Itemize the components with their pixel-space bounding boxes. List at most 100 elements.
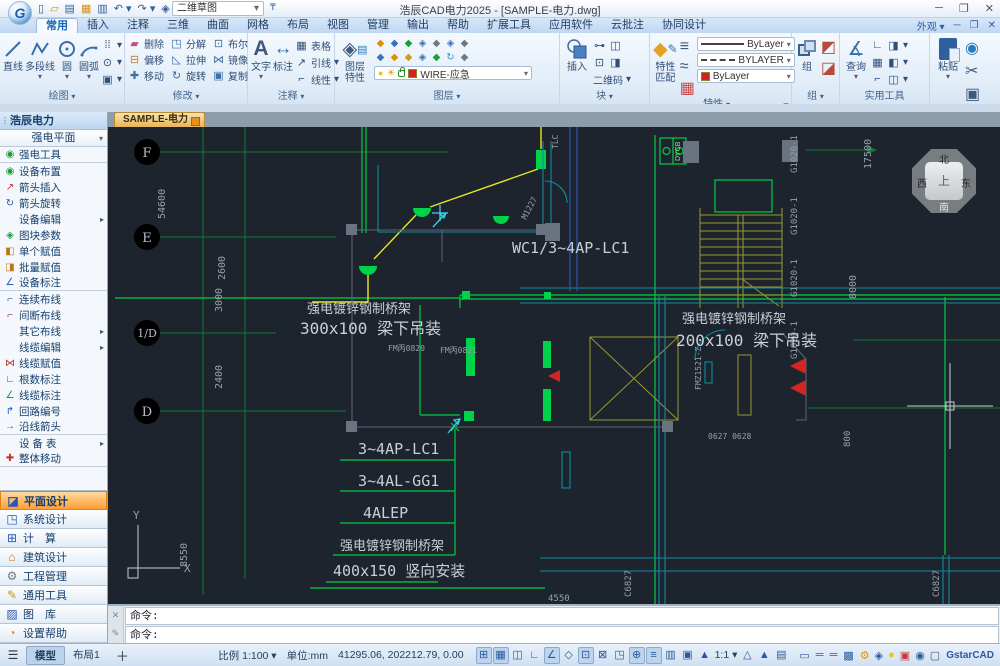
layer-tool-icon[interactable]: ◆ <box>402 51 415 64</box>
group-label-utilities[interactable]: 实用工具 <box>840 90 929 104</box>
doc-close-button[interactable]: ✕ <box>988 20 996 31</box>
ribbon-tab[interactable]: 布局 <box>278 18 318 33</box>
new-layout-button[interactable]: ＋ <box>108 646 137 665</box>
palette-category-button[interactable]: ⊞ 计 算 <box>0 529 107 548</box>
ribbon-tab[interactable]: 网格 <box>238 18 278 33</box>
rotate-button[interactable]: ↻ 旋转 <box>170 67 206 83</box>
system-tray-icon[interactable]: ◈ <box>875 649 883 662</box>
status-toggle-icon[interactable]: ◇ <box>561 647 577 664</box>
drawing-canvas[interactable]: F E 1/D D 54600 2600 3000 2400 8550 1750… <box>108 127 1000 604</box>
status-toggle-icon[interactable]: ⊠ <box>595 647 611 664</box>
palette-item[interactable]: 设备编辑 ▸ <box>0 211 107 227</box>
app-logo-icon[interactable]: G <box>8 1 32 25</box>
ribbon-tab[interactable]: 云批注 <box>602 18 653 33</box>
status-toggle-icon[interactable]: ⊞ <box>475 646 492 664</box>
layer-dropdown[interactable]: ● ☀ WIRE-应急 ▾ <box>374 66 532 81</box>
layer-color-chip[interactable] <box>408 68 418 78</box>
palette-item[interactable]: ↗ 箭头插入 <box>0 179 107 195</box>
lineweight-dropdown[interactable]: ByLayer ▾ <box>696 37 795 51</box>
close-command-icon[interactable]: ✕ <box>112 610 120 621</box>
dimension-button[interactable]: ↔ 标注 <box>273 35 293 90</box>
layer-tool-icon[interactable]: ◆ <box>388 37 401 50</box>
draw-extra-3[interactable]: ▣ ▾ <box>101 71 122 87</box>
paste-button[interactable]: 粘贴 ▾ <box>933 35 963 104</box>
draw-extra-2[interactable]: ⊙ ▾ <box>101 54 122 70</box>
layer-tool-icon[interactable]: ◆ <box>388 51 401 64</box>
ribbon-tab[interactable]: 输出 <box>398 18 438 33</box>
palette-item[interactable]: 线缆编辑 ▸ <box>0 339 107 355</box>
minimize-button[interactable]: ─ <box>935 2 943 15</box>
palette-item[interactable]: ↱ 回路编号 <box>0 403 107 419</box>
status-toggle-icon[interactable]: ▥ <box>663 647 679 664</box>
circle-button[interactable]: 圆 ▾ <box>57 35 77 90</box>
system-tray-icon[interactable]: ◉ <box>915 649 925 662</box>
layer-tool-icon[interactable]: ◆ <box>402 37 415 50</box>
lineweight-tool-icon[interactable]: ≡ <box>680 38 695 56</box>
palette-item[interactable]: 其它布线 ▸ <box>0 323 107 339</box>
status-toggle-icon[interactable]: ∟ <box>527 647 543 664</box>
palette-item[interactable]: ⋈ 线缆赋值 <box>0 355 107 371</box>
block-tool-row-2[interactable]: ⊡ ◨ <box>593 54 631 70</box>
utility-row-1[interactable]: ∟ ◨ ▾ <box>871 37 908 53</box>
palette-item[interactable]: 设 备 表 ▸ <box>0 435 107 451</box>
status-right-icon[interactable]: ▭ <box>799 649 809 662</box>
compass-west[interactable]: 西 <box>914 175 930 190</box>
mirror-button[interactable]: ⋈ 镜像 <box>212 51 248 67</box>
command-input[interactable]: 命令: <box>125 626 999 644</box>
status-toggle-icon[interactable]: ⊕ <box>628 646 645 664</box>
copy-base-icon[interactable]: ▣ <box>965 84 980 104</box>
layer-tool-icon[interactable]: ◈ <box>444 37 457 50</box>
status-toggle-icon[interactable]: ▲ <box>756 647 772 664</box>
explode-button[interactable]: ◳ 分解 <box>170 35 206 51</box>
palette-category-button[interactable]: ✎ 通用工具 <box>0 586 107 605</box>
status-right-icon[interactable]: ▩ <box>843 649 853 662</box>
status-toggle-icon[interactable]: ≡ <box>645 646 662 664</box>
palette-item[interactable]: ◈ 图块参数 <box>0 227 107 243</box>
annotation-scale-dropdown[interactable]: 1:1 ▾ <box>715 649 738 661</box>
ribbon-tab[interactable]: 三维 <box>158 18 198 33</box>
palette-category-button[interactable]: ▨ 图 库 <box>0 605 107 624</box>
palette-item[interactable]: ✚ 整体移动 <box>0 451 107 467</box>
linetype-tool-icon[interactable]: ≈ <box>680 58 695 76</box>
palette-category-button[interactable]: ◳ 系统设计 <box>0 510 107 529</box>
view-cube[interactable]: 上 北 南 西 东 <box>910 143 978 217</box>
layer-tool-icon[interactable]: ◆ <box>374 51 387 64</box>
group-label-draw[interactable]: 绘图 ▾ <box>0 90 124 104</box>
layer-tool-icon[interactable]: ◈ <box>416 51 429 64</box>
doc-restore-button[interactable]: ❐ <box>970 20 979 31</box>
match-properties-button[interactable]: ◆ ✎ 特性 匹配 <box>653 35 678 98</box>
layer-tool-icon[interactable]: ◆ <box>374 37 387 50</box>
doc-minimize-button[interactable]: ─ <box>954 20 961 31</box>
group-label-annotate[interactable]: 注释 ▾ <box>248 90 334 104</box>
status-right-icon[interactable]: ═ <box>830 649 838 661</box>
group-edit-icon[interactable]: ◪ <box>821 58 836 78</box>
linetype-dropdown[interactable]: BYLAYER ▾ <box>696 53 795 67</box>
compass-north[interactable]: 北 <box>936 151 952 166</box>
polyline-button[interactable]: 多段线 ▾ <box>25 35 55 90</box>
arc-button[interactable]: 圆弧 ▾ <box>79 35 99 90</box>
ribbon-tab[interactable]: 常用 <box>36 18 78 33</box>
draw-extra-1[interactable]: ⁞⁞ ▾ <box>101 37 122 53</box>
status-toggle-icon[interactable]: ◫ <box>510 647 526 664</box>
layer-properties-button[interactable]: ◈ ▤ 图层 特性 <box>338 35 372 90</box>
palette-item[interactable]: → 沿线箭头 <box>0 419 107 435</box>
layer-tool-icon[interactable]: ↻ <box>444 51 457 64</box>
boolean-button[interactable]: ⊡ 布尔 <box>212 35 248 51</box>
layer-unlock-icon[interactable] <box>398 66 406 77</box>
copy-button[interactable]: ▣ 复制 <box>212 67 248 83</box>
ribbon-tab[interactable]: 帮助 <box>438 18 478 33</box>
stretch-button[interactable]: ◺ 拉伸 <box>170 51 206 67</box>
layout-menu-icon[interactable]: ☰ <box>0 648 26 662</box>
palette-item[interactable]: ◉ 强电工具 <box>0 147 107 163</box>
appearance-dropdown[interactable]: 外观 ▾ <box>917 18 945 33</box>
layer-tool-icon[interactable]: ◆ <box>430 51 443 64</box>
ribbon-tab[interactable]: 应用软件 <box>540 18 602 33</box>
compass-east[interactable]: 东 <box>958 175 974 190</box>
palette-item[interactable]: ∟ 根数标注 <box>0 371 107 387</box>
group-button[interactable]: 组 <box>795 35 819 90</box>
line-button[interactable]: 直线 <box>3 35 23 90</box>
copy-clip-icon[interactable]: ◉ <box>965 38 980 58</box>
color-tool-icon[interactable]: ▦ <box>680 78 695 98</box>
ribbon-tab[interactable]: 协同设计 <box>653 18 715 33</box>
move-button[interactable]: ✚ 移动 <box>128 67 164 83</box>
